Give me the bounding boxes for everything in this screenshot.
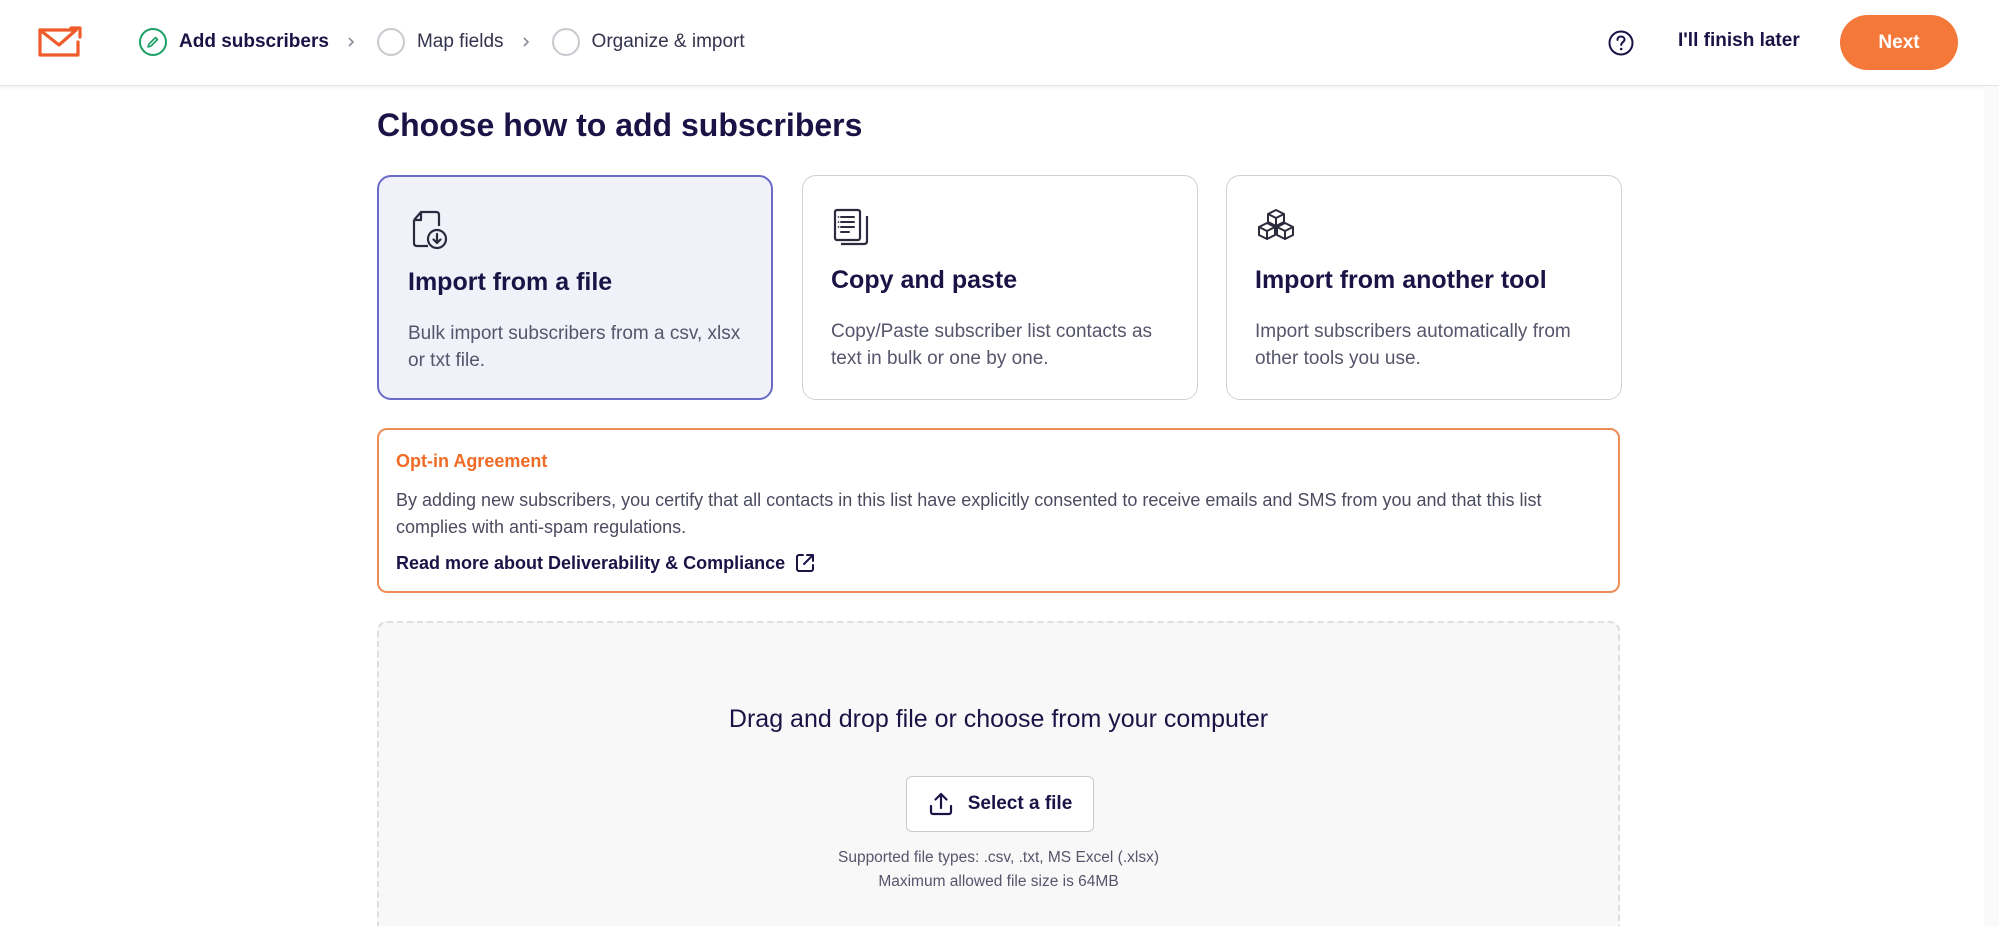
option-card-import-file[interactable]: Import from a file Bulk import subscribe… (377, 175, 773, 400)
card-description: Import subscribers automatically from ot… (1255, 321, 1571, 369)
card-title: Copy and paste (831, 266, 1018, 294)
step-label: Add subscribers (179, 31, 329, 52)
step-map-fields[interactable]: Map fields (376, 28, 504, 56)
file-import-icon (408, 208, 450, 250)
step-circle-icon (376, 28, 405, 56)
max-file-size: Maximum allowed file size is 64MB (878, 873, 1119, 890)
option-card-import-tool[interactable]: Import from another tool Import subscrib… (1226, 175, 1622, 400)
mail-logo-icon[interactable] (38, 26, 82, 58)
step-add-subscribers[interactable]: Add subscribers (139, 28, 329, 56)
step-organize-import[interactable]: Organize & import (551, 28, 745, 56)
top-bar: Add subscribers Map fields Organize & im… (0, 0, 1999, 86)
chevron-right-icon (348, 37, 355, 47)
card-title: Import from another tool (1255, 266, 1547, 294)
file-dropzone[interactable]: Drag and drop file or choose from your c… (377, 621, 1620, 926)
link-label: Read more about Deliverability & Complia… (396, 552, 786, 573)
external-link-icon (796, 554, 815, 572)
dropzone-title: Drag and drop file or choose from your c… (728, 705, 1269, 733)
chevron-right-icon (522, 37, 529, 47)
select-file-label: Select a file (967, 793, 1073, 814)
page-title: Choose how to add subscribers (377, 107, 863, 143)
copy-paste-icon (831, 206, 873, 248)
optin-title: Opt-in Agreement (396, 451, 548, 471)
card-title: Import from a file (408, 268, 613, 296)
step-label: Map fields (416, 31, 504, 52)
next-button[interactable]: Next (1840, 15, 1958, 70)
deliverability-compliance-link[interactable]: Read more about Deliverability & Complia… (396, 552, 816, 574)
stepper: Add subscribers Map fields Organize & im… (139, 27, 745, 57)
help-circle-icon[interactable] (1607, 29, 1635, 57)
card-description: Copy/Paste subscriber list contacts as t… (831, 321, 1153, 369)
step-label: Organize & import (591, 31, 745, 52)
page-scrollbar[interactable] (1984, 86, 1999, 926)
optin-agreement-box: Opt-in Agreement By adding new subscribe… (377, 428, 1620, 593)
step-circle-icon (551, 28, 580, 56)
integrations-cubes-icon (1255, 206, 1297, 248)
option-card-copy-paste[interactable]: Copy and paste Copy/Paste subscriber lis… (802, 175, 1198, 400)
optin-text: By adding new subscribers, you certify t… (396, 490, 1542, 537)
upload-icon (929, 792, 952, 816)
supported-file-types: Supported file types: .csv, .txt, MS Exc… (837, 849, 1159, 866)
pencil-icon (139, 28, 167, 56)
select-file-button[interactable]: Select a file (906, 776, 1094, 832)
card-description: Bulk import subscribers from a csv, xlsx… (408, 323, 741, 371)
finish-later-button[interactable]: I'll finish later (1678, 30, 1800, 52)
